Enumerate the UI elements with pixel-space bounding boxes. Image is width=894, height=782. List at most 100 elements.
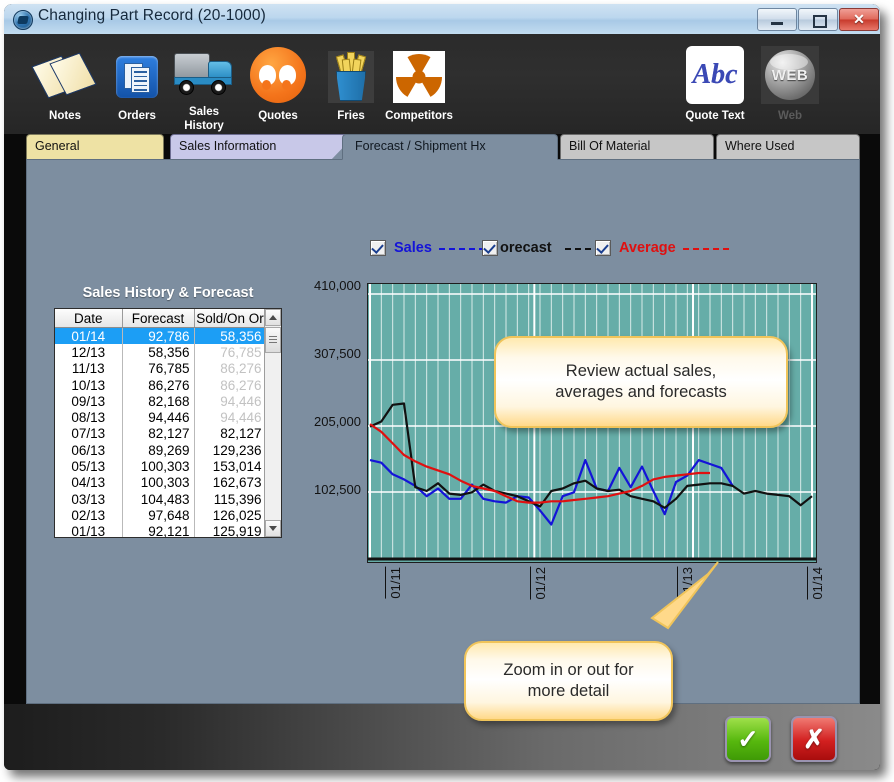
- notes-book-icon: [31, 52, 97, 101]
- table-row[interactable]: 12/13 58,356 76,785: [55, 344, 267, 361]
- cell-sold: 86,276: [194, 360, 267, 377]
- table-row[interactable]: 03/13 104,483 115,396: [55, 490, 267, 508]
- x-icon: ✗: [803, 724, 825, 754]
- chart-y-axis: 410,000 307,500 205,000 102,500: [307, 278, 361, 568]
- cancel-button[interactable]: ✗: [791, 716, 837, 762]
- zoom-callout-line1: Zoom in or out for: [503, 661, 634, 679]
- table-row[interactable]: 10/13 86,276 86,276: [55, 376, 267, 394]
- app-window: Changing Part Record (20-1000) ✕ Notes O…: [4, 4, 880, 770]
- cell-date: 11/13: [55, 360, 123, 377]
- toolbar-label-competitors: Competitors: [385, 110, 453, 122]
- cell-sold: 94,446: [194, 393, 267, 410]
- web-globe-icon: WEB: [761, 46, 819, 104]
- table-row[interactable]: 01/14 92,786 58,356: [55, 327, 267, 345]
- tab-general[interactable]: General: [26, 134, 164, 160]
- legend-average-checkbox[interactable]: [595, 240, 611, 256]
- table-row[interactable]: 07/13 82,127 82,127: [55, 425, 267, 443]
- cell-sold: 129,236: [194, 442, 267, 459]
- grid-body: 01/14 92,786 58,356 12/13 58,356 76,785 11/13 7…: [55, 327, 267, 537]
- x-tick-3: 01/14: [807, 567, 825, 600]
- y-tick-205000: 205,000: [314, 414, 361, 429]
- cell-date: 04/13: [55, 474, 123, 491]
- cell-sold: 162,673: [194, 474, 267, 491]
- cell-forecast: 94,446: [122, 409, 195, 426]
- legend-sales-checkbox[interactable]: [370, 240, 386, 256]
- toolbar-label-web: Web: [777, 110, 803, 122]
- cell-date: 01/14: [55, 327, 123, 345]
- cell-date: 06/13: [55, 442, 123, 459]
- legend-average-line-swatch: [682, 248, 729, 250]
- table-row[interactable]: 01/13 92,121 125,919: [55, 523, 267, 537]
- quotes-icon: [250, 47, 306, 103]
- legend-forecast-checkbox[interactable]: [482, 240, 498, 256]
- x-tick-1: 01/12: [530, 567, 548, 600]
- grid-header-0[interactable]: Date: [55, 309, 123, 328]
- cell-date: 01/13: [55, 523, 123, 537]
- legend-sales-line-swatch: [438, 248, 485, 250]
- legend-sales-label: Sales: [394, 240, 432, 256]
- close-button[interactable]: ✕: [839, 8, 879, 31]
- cell-forecast: 76,785: [122, 360, 195, 377]
- chart-callout-line1: Review actual sales,: [565, 362, 717, 380]
- tab-bill-of-material[interactable]: Bill Of Material: [560, 134, 714, 160]
- cell-forecast: 104,483: [122, 490, 195, 508]
- grid-header-1[interactable]: Forecast: [122, 309, 195, 328]
- maximize-icon: [813, 15, 827, 28]
- cell-forecast: 92,786: [122, 327, 195, 345]
- tab-sales-information[interactable]: Sales Information: [170, 134, 356, 160]
- cell-date: 12/13: [55, 344, 123, 361]
- cell-sold: 153,014: [194, 458, 267, 475]
- tab-where-used[interactable]: Where Used: [716, 134, 860, 160]
- toolbar-item-competitors[interactable]: Competitors: [376, 46, 462, 122]
- table-row[interactable]: 04/13 100,303 162,673: [55, 474, 267, 491]
- minimize-icon: [771, 22, 783, 25]
- cell-date: 08/13: [55, 409, 123, 426]
- legend-average[interactable]: Average: [595, 238, 729, 258]
- zoom-callout-line2: more detail: [527, 682, 610, 700]
- table-row[interactable]: 09/13 82,168 94,446: [55, 393, 267, 410]
- competitors-radiation-icon: [393, 51, 445, 103]
- orders-doc-icon: [116, 56, 158, 98]
- chart-legend: Sales orecast Average: [370, 238, 750, 260]
- cell-forecast: 100,303: [122, 458, 195, 475]
- table-row[interactable]: 06/13 89,269 129,236: [55, 442, 267, 459]
- scroll-down-arrow[interactable]: [265, 520, 281, 537]
- ok-button[interactable]: ✓: [725, 716, 771, 762]
- table-row[interactable]: 02/13 97,648 126,025: [55, 507, 267, 524]
- tab-strip: General Sales Information Forecast / Shi…: [26, 134, 860, 160]
- legend-average-label: Average: [619, 240, 676, 256]
- grid-header-2[interactable]: Sold/On Or: [194, 309, 267, 328]
- chart-callout-line2: averages and forecasts: [555, 383, 727, 401]
- scrollbar-thumb[interactable]: [265, 327, 281, 353]
- title-bar: Changing Part Record (20-1000) ✕: [4, 4, 880, 35]
- scroll-up-arrow[interactable]: [265, 309, 281, 326]
- tab-forecast-shipment-hx[interactable]: Forecast / Shipment Hx: [342, 134, 558, 160]
- grid-scrollbar[interactable]: [264, 309, 281, 537]
- minimize-button[interactable]: [757, 8, 797, 31]
- cell-date: 07/13: [55, 425, 123, 443]
- fries-icon: [328, 51, 374, 103]
- close-icon: ✕: [853, 11, 865, 27]
- grid-table: Date Forecast Sold/On Or 01/14 92,786 58,356…: [55, 309, 267, 537]
- table-row[interactable]: 05/13 100,303 153,014: [55, 458, 267, 475]
- chart-callout: Review actual sales, averages and foreca…: [494, 336, 788, 428]
- cell-sold: 125,919: [194, 523, 267, 537]
- table-title: Sales History & Forecast: [82, 285, 254, 301]
- toolbar-item-quote-text[interactable]: Abc Quote Text: [672, 42, 758, 122]
- legend-forecast[interactable]: orecast: [482, 238, 611, 258]
- toolbar-item-web[interactable]: WEB Web: [747, 42, 833, 122]
- sales-history-grid[interactable]: Date Forecast Sold/On Or 01/14 92,786 58,356…: [54, 308, 282, 538]
- y-tick-410000: 410,000: [314, 278, 361, 293]
- cell-date: 03/13: [55, 490, 123, 508]
- cell-forecast: 82,168: [122, 393, 195, 410]
- table-row[interactable]: 11/13 76,785 86,276: [55, 360, 267, 377]
- check-icon: ✓: [737, 724, 759, 754]
- maximize-button[interactable]: [798, 8, 838, 31]
- table-row[interactable]: 08/13 94,446 94,446: [55, 409, 267, 426]
- y-tick-307500: 307,500: [314, 346, 361, 361]
- cell-sold: 94,446: [194, 409, 267, 426]
- cell-sold: 86,276: [194, 376, 267, 394]
- legend-sales[interactable]: Sales: [370, 238, 485, 258]
- cell-forecast: 92,121: [122, 523, 195, 537]
- legend-forecast-label: orecast: [500, 240, 552, 256]
